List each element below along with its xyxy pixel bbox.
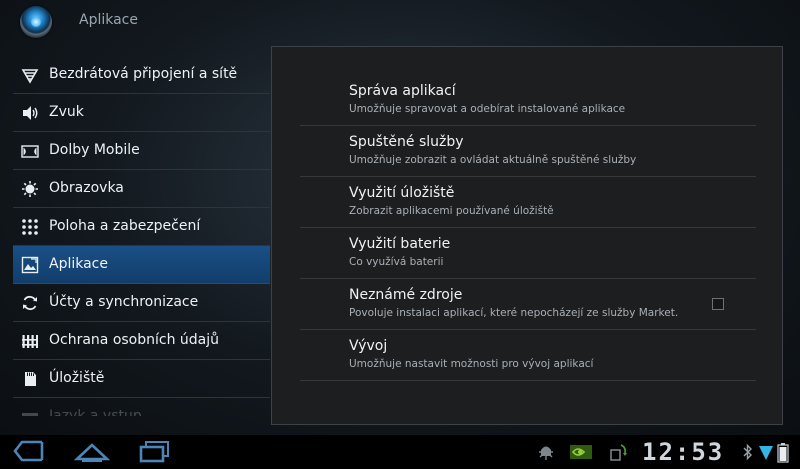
- bluetooth-icon: [742, 443, 754, 465]
- pref-title: Neznámé zdroje: [349, 287, 463, 303]
- pref-summary: Povoluje instalaci aplikací, které nepoc…: [349, 307, 679, 319]
- sidebar-item-sound[interactable]: Zvuk: [13, 94, 270, 132]
- sidebar-item-label: Zvuk: [49, 104, 84, 120]
- download-notification-icon[interactable]: [610, 443, 628, 465]
- sidebar-item-label: Bezdrátová připojení a sítě: [49, 66, 238, 82]
- sdcard-icon: [21, 370, 39, 388]
- battery-icon: [777, 443, 789, 467]
- privacy-icon: [21, 332, 39, 350]
- sidebar-item-label: Ochrana osobních údajů: [49, 332, 220, 348]
- pref-development[interactable]: Vývoj Umožňuje nastavit možnosti pro výv…: [300, 330, 756, 381]
- sidebar-item-label: Poloha a zabezpečení: [49, 218, 201, 234]
- unknown-sources-checkbox[interactable]: [712, 298, 724, 310]
- sidebar-item-label: Účty a synchronizace: [49, 294, 199, 310]
- action-bar: Aplikace: [0, 0, 800, 46]
- wifi-signal-icon: [758, 443, 774, 465]
- pref-title: Vývoj: [349, 338, 388, 354]
- pref-storage-use[interactable]: Využití úložiště Zobrazit aplikacemi pou…: [300, 177, 756, 228]
- pref-summary: Umožňuje zobrazit a ovládat aktuálně spu…: [349, 154, 637, 166]
- sidebar-item-label: Aplikace: [49, 256, 108, 272]
- wifi-icon: [21, 66, 39, 84]
- pref-summary: Co využívá baterii: [349, 256, 444, 268]
- pref-title: Využití baterie: [349, 236, 451, 252]
- sidebar-item-dolby[interactable]: Dolby Mobile: [13, 132, 270, 170]
- sidebar-item-label: Úložiště: [49, 370, 105, 386]
- nvidia-icon[interactable]: [570, 443, 592, 465]
- home-icon[interactable]: [73, 439, 111, 467]
- page-title: Aplikace: [79, 12, 138, 28]
- keyboard-icon: [21, 408, 39, 416]
- sidebar-item-location-security[interactable]: Poloha a zabezpečení: [13, 208, 270, 246]
- pref-title: Spuštěné služby: [349, 134, 464, 150]
- pref-manage-applications[interactable]: Správa aplikací Umožňuje spravovat a ode…: [300, 75, 756, 126]
- pref-title: Využití úložiště: [349, 185, 455, 201]
- settings-screen: Aplikace Bezdrátová připojení a sítě Zvu…: [0, 0, 800, 435]
- apps-icon: [21, 256, 39, 274]
- sidebar-item-display[interactable]: Obrazovka: [13, 170, 270, 208]
- speaker-icon: [21, 104, 39, 122]
- dolby-icon: [21, 142, 39, 160]
- system-bar: 12:53: [0, 435, 800, 469]
- settings-category-list: Bezdrátová připojení a sítě Zvuk Dolby M…: [13, 56, 270, 416]
- sidebar-item-label: Jazyk a vstup: [49, 408, 142, 416]
- brightness-icon: [21, 180, 39, 198]
- pref-summary: Umožňuje nastavit možnosti pro vývoj apl…: [349, 358, 594, 370]
- pref-battery-use[interactable]: Využití baterie Co využívá baterii: [300, 228, 756, 279]
- settings-app-icon[interactable]: [20, 6, 52, 38]
- recent-apps-icon[interactable]: [138, 439, 172, 467]
- sidebar-item-privacy[interactable]: Ochrana osobních údajů: [13, 322, 270, 360]
- pref-title: Správa aplikací: [349, 83, 456, 99]
- sync-icon: [21, 294, 39, 312]
- pref-summary: Zobrazit aplikacemi používané úložiště: [349, 205, 554, 217]
- back-icon[interactable]: [12, 439, 46, 467]
- pref-summary: Umožňuje spravovat a odebírat instalovan…: [349, 103, 626, 115]
- sidebar-item-applications[interactable]: Aplikace: [13, 246, 270, 284]
- sidebar-item-label: Dolby Mobile: [49, 142, 140, 158]
- pref-running-services[interactable]: Spuštěné služby Umožňuje zobrazit a ovlá…: [300, 126, 756, 177]
- sidebar-item-storage[interactable]: Úložiště: [13, 360, 270, 398]
- grid-dots-icon: [21, 218, 39, 236]
- applications-settings-panel: Správa aplikací Umožňuje spravovat a ode…: [271, 46, 783, 425]
- sidebar-item-wireless[interactable]: Bezdrátová připojení a sítě: [13, 56, 270, 94]
- usb-debug-icon[interactable]: [537, 443, 555, 465]
- sidebar-item-label: Obrazovka: [49, 180, 124, 196]
- status-clock[interactable]: 12:53: [642, 438, 724, 466]
- pref-unknown-sources[interactable]: Neznámé zdroje Povoluje instalaci aplika…: [300, 279, 756, 330]
- sidebar-item-language-input[interactable]: Jazyk a vstup: [13, 398, 270, 416]
- sidebar-item-accounts-sync[interactable]: Účty a synchronizace: [13, 284, 270, 322]
